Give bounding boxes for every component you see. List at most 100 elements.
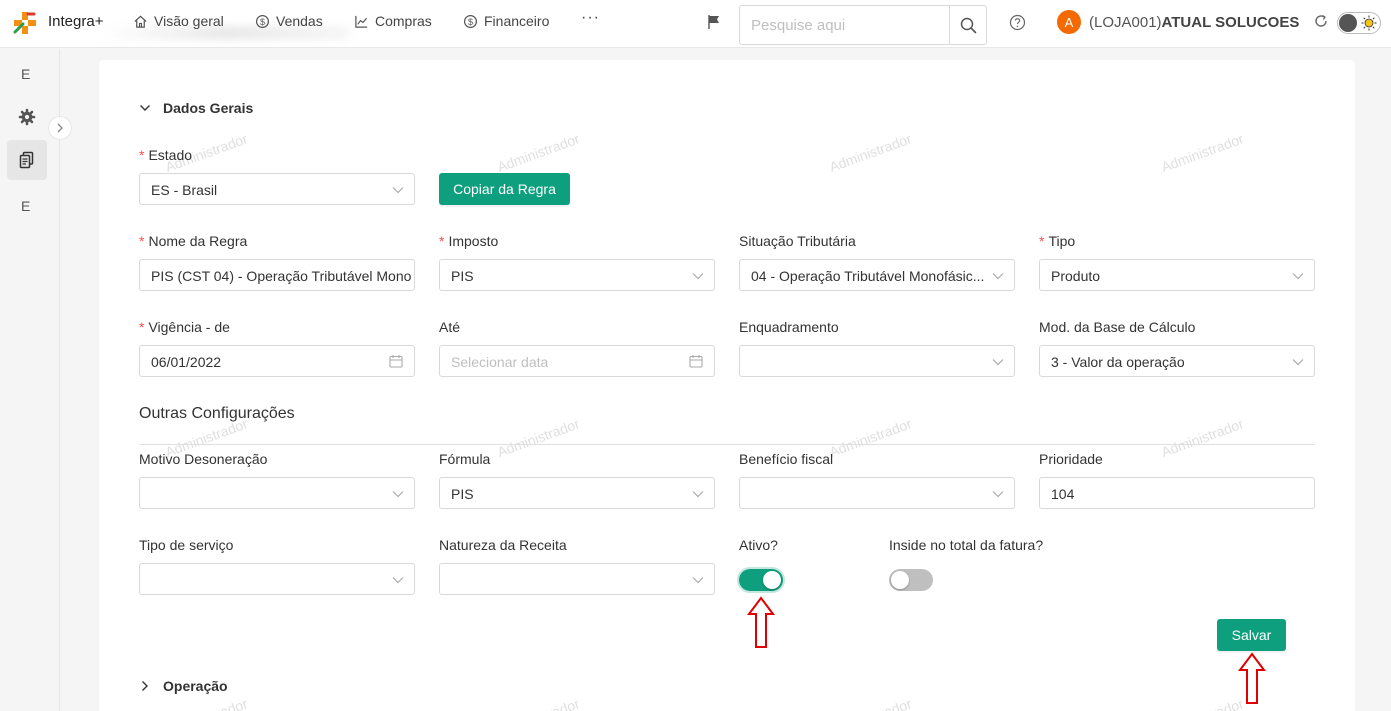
refresh-icon[interactable] bbox=[1313, 13, 1329, 29]
situacao-tributaria-label: Situação Tributária bbox=[739, 233, 856, 249]
search-button[interactable] bbox=[949, 6, 987, 44]
imposto-select[interactable]: PIS bbox=[439, 259, 715, 291]
inside-total-fatura-label: Inside no total da fatura? bbox=[889, 537, 1044, 553]
watermark: Administrador bbox=[495, 130, 582, 176]
company-name: ATUAL SOLUCOES bbox=[1161, 14, 1300, 31]
nav-label: Vendas bbox=[276, 13, 323, 29]
select-value: Produto bbox=[1051, 268, 1101, 284]
nav-financeiro[interactable]: $ Financeiro bbox=[463, 13, 549, 29]
outras-configuracoes-title: Outras Configurações bbox=[139, 405, 295, 422]
nav-compras[interactable]: Compras bbox=[354, 13, 432, 29]
section-operacao[interactable]: Operação bbox=[139, 678, 228, 694]
vigencia-label: * Vigência - de bbox=[139, 319, 230, 335]
input-value: 104 bbox=[1051, 486, 1075, 502]
flag-icon[interactable] bbox=[706, 14, 722, 30]
nav-vendas[interactable]: $ Vendas bbox=[255, 13, 323, 29]
vigencia-date-picker[interactable]: 06/01/2022 bbox=[139, 345, 415, 377]
watermark: Administrador bbox=[1159, 130, 1246, 176]
svg-text:$: $ bbox=[260, 16, 265, 26]
nav-label: Visão geral bbox=[154, 13, 224, 29]
chevron-down-icon bbox=[992, 491, 1004, 498]
switch-knob bbox=[763, 571, 781, 589]
tipo-label: * Tipo bbox=[1039, 233, 1075, 249]
required-mark: * bbox=[439, 233, 445, 249]
ate-date-picker[interactable]: Selecionar data bbox=[439, 345, 715, 377]
label-text: Nome da Regra bbox=[148, 233, 248, 249]
search-box bbox=[739, 5, 987, 45]
beneficio-fiscal-label: Benefício fiscal bbox=[739, 451, 834, 467]
sidebar: E E bbox=[0, 49, 72, 711]
tipo-select[interactable]: Produto bbox=[1039, 259, 1315, 291]
estado-label: * Estado bbox=[139, 147, 192, 163]
chevron-down-icon bbox=[392, 187, 404, 194]
mod-base-calculo-select[interactable]: 3 - Valor da operação bbox=[1039, 345, 1315, 377]
documents-icon bbox=[19, 151, 34, 169]
tipo-servico-select[interactable] bbox=[139, 563, 415, 595]
natureza-receita-label: Natureza da Receita bbox=[439, 537, 567, 553]
section-label: Operação bbox=[163, 678, 228, 694]
gear-icon[interactable] bbox=[18, 108, 36, 126]
chevron-down-icon bbox=[392, 577, 404, 584]
nav-more-button[interactable]: ··· bbox=[581, 9, 600, 27]
sidebar-expand-button[interactable] bbox=[48, 116, 72, 140]
sidebar-item-e-bottom[interactable]: E bbox=[21, 198, 30, 214]
avatar[interactable]: A bbox=[1057, 10, 1081, 34]
switch-knob bbox=[891, 571, 909, 589]
nome-regra-input[interactable]: PIS (CST 04) - Operação Tributável Mono bbox=[139, 259, 415, 291]
copy-rule-button[interactable]: Copiar da Regra bbox=[439, 173, 570, 205]
section-dados-gerais[interactable]: Dados Gerais bbox=[139, 100, 253, 116]
calendar-icon bbox=[389, 355, 403, 368]
watermark: Administrador bbox=[495, 695, 582, 711]
button-label: Salvar bbox=[1231, 627, 1272, 643]
form-card: Administrador Administrador Administrado… bbox=[99, 60, 1355, 711]
theme-toggle[interactable] bbox=[1337, 12, 1381, 34]
formula-select[interactable]: PIS bbox=[439, 477, 715, 509]
enquadramento-select[interactable] bbox=[739, 345, 1015, 377]
search-icon bbox=[960, 17, 977, 33]
formula-label: Fórmula bbox=[439, 451, 491, 467]
tipo-servico-label: Tipo de serviço bbox=[139, 537, 234, 553]
dollar-circle-icon: $ bbox=[463, 14, 478, 28]
calendar-icon bbox=[689, 355, 703, 368]
beneficio-fiscal-select[interactable] bbox=[739, 477, 1015, 509]
chevron-down-icon bbox=[692, 273, 704, 280]
select-value: PIS bbox=[451, 268, 474, 284]
ativo-label: Ativo? bbox=[739, 537, 778, 553]
watermark: Administrador bbox=[827, 695, 914, 711]
line-chart-icon bbox=[355, 15, 368, 28]
brand-name[interactable]: Integra+ bbox=[48, 13, 103, 30]
svg-text:$: $ bbox=[468, 16, 473, 26]
inside-total-fatura-switch[interactable] bbox=[889, 569, 933, 591]
home-icon bbox=[134, 15, 147, 28]
natureza-receita-select[interactable] bbox=[439, 563, 715, 595]
watermark: Administrador bbox=[827, 415, 914, 461]
help-icon[interactable] bbox=[1009, 14, 1026, 31]
button-label: Copiar da Regra bbox=[453, 181, 556, 197]
chevron-down-icon bbox=[992, 273, 1004, 280]
user-company[interactable]: (LOJA001)ATUAL SOLUCOES bbox=[1089, 14, 1299, 31]
nav-visao-geral[interactable]: Visão geral bbox=[133, 13, 224, 29]
annotation-arrow-up-icon bbox=[747, 596, 775, 648]
chevron-down-icon bbox=[992, 359, 1004, 366]
save-button[interactable]: Salvar bbox=[1217, 619, 1286, 651]
store-code: (LOJA001) bbox=[1089, 14, 1162, 31]
label-text: Tipo bbox=[1048, 233, 1076, 249]
prioridade-input[interactable]: 104 bbox=[1039, 477, 1315, 509]
chevron-down-icon bbox=[1292, 273, 1304, 280]
sidebar-item-e-top[interactable]: E bbox=[21, 66, 30, 82]
chevron-down-icon bbox=[392, 491, 404, 498]
search-input[interactable] bbox=[740, 6, 949, 44]
chevron-down-icon bbox=[140, 105, 150, 111]
integra-logo-icon[interactable] bbox=[12, 10, 38, 36]
watermark: Administrador bbox=[827, 130, 914, 176]
motivo-desoneracao-select[interactable] bbox=[139, 477, 415, 509]
ativo-switch[interactable] bbox=[737, 567, 785, 593]
prioridade-label: Prioridade bbox=[1039, 451, 1103, 467]
avatar-letter: A bbox=[1064, 14, 1074, 30]
annotation-arrow-up-icon bbox=[1238, 652, 1266, 704]
chevron-right-icon bbox=[142, 681, 148, 691]
input-value: PIS (CST 04) - Operação Tributável Mono bbox=[151, 268, 411, 284]
section-label: Dados Gerais bbox=[163, 100, 254, 116]
situacao-tributaria-select[interactable]: 04 - Operação Tributável Monofásic... bbox=[739, 259, 1015, 291]
estado-select[interactable]: ES - Brasil bbox=[139, 173, 415, 205]
